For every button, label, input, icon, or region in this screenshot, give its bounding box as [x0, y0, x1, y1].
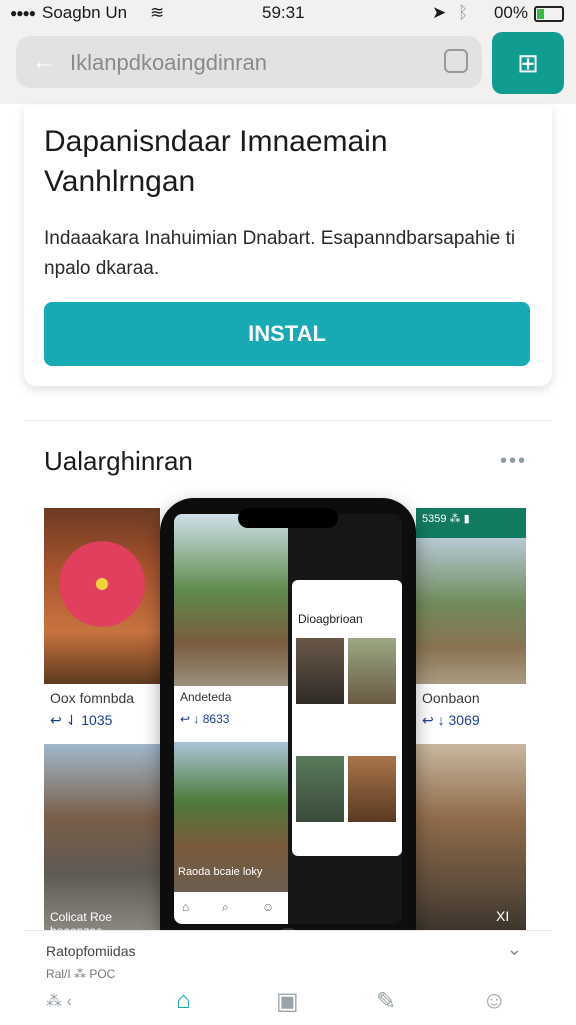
phone-tile-footer: Andeteda ↩ ↓ 8633: [174, 686, 288, 742]
tile-caption: Andeteda: [180, 690, 232, 704]
nav-back-icon[interactable]: ⁂ ‹: [46, 991, 72, 1011]
gallery-tile[interactable]: Colicat Roe boeonzae: [44, 744, 160, 930]
gift-box-icon: ⊞: [517, 48, 539, 78]
gallery-tile[interactable]: 5359 ⁂ ▮ Oonbaon ↩ ↓ 3069: [416, 508, 526, 734]
carrier-label: Soagbn Un: [42, 3, 128, 22]
tile-stats: ↩ ⇃ 1035: [50, 712, 113, 728]
top-bar: ← ⊞: [0, 26, 576, 104]
pavilion-image: [348, 638, 396, 704]
person-image: [348, 756, 396, 822]
promo-title: Dapanisndaar Imnaemain Vanhlrngan: [44, 125, 388, 198]
inner-title: Dioagbrioan: [298, 612, 363, 626]
gift-button[interactable]: ⊞: [492, 32, 564, 94]
tile-stats: ↩ ↓ 3069: [422, 712, 480, 728]
gallery-tile[interactable]: XI: [416, 744, 526, 930]
tile-caption: Colicat Roe boeonzae: [50, 910, 113, 930]
bottom-sheet: Ratopfomiidas Ral/I ⁂ POC ⌄ ⁂ ‹ ⌂ ▣ ✎ ☺: [24, 930, 552, 1025]
divider: [24, 420, 552, 421]
tile-caption: Oox fomnbda: [50, 690, 135, 706]
search-icon[interactable]: ⌕: [222, 900, 229, 915]
battery-icon: [534, 6, 564, 22]
home-icon[interactable]: ⌂: [182, 900, 189, 914]
person-image: [296, 638, 344, 704]
tile-caption: Raoda bcaie loky: [178, 866, 263, 878]
phone-screen: Andeteda ↩ ↓ 8633 Raoda bcaie loky ⌂ ⌕ ☺…: [174, 514, 402, 924]
status-time: 59:31: [262, 3, 305, 22]
section-title: Ualarghinran: [44, 446, 193, 476]
tile-status-bar: 5359 ⁂ ▮: [416, 508, 526, 538]
search-input[interactable]: [68, 46, 432, 80]
home-icon[interactable]: ⌂: [176, 987, 191, 1015]
phone-notch: [238, 508, 338, 528]
back-arrow-icon[interactable]: ←: [32, 48, 56, 76]
edit-icon[interactable]: ✎: [376, 987, 396, 1016]
phone-nav: ⌂ ⌕ ☺: [174, 892, 288, 924]
gallery-tile[interactable]: Oox fomnbda ↩ ⇃ 1035: [44, 508, 160, 734]
pagoda-image: [174, 514, 288, 686]
tile-caption: XI: [496, 908, 510, 924]
camera-icon[interactable]: ▣: [276, 987, 299, 1016]
house-image: [44, 744, 160, 930]
sheet-title: Ratopfomiidas: [46, 943, 136, 959]
tile-caption: Oonbaon: [422, 690, 480, 706]
sheet-subtitle: Ral/I ⁂ POC: [46, 967, 116, 981]
camera-lens-icon[interactable]: [444, 49, 468, 73]
location-icon: ➤: [432, 3, 447, 22]
profile-icon[interactable]: ☺: [482, 987, 507, 1015]
person-image: [296, 756, 344, 822]
profile-icon[interactable]: ☺: [262, 900, 274, 914]
statue-image: [416, 744, 526, 930]
chevron-down-icon[interactable]: ⌄: [507, 939, 522, 960]
status-bar: ●●●● Soagbn Un ≋ 59:31 ➤ ᛒ 00%: [0, 0, 576, 26]
inner-screen: Dioagbrioan: [292, 580, 402, 856]
promo-description: Indaaakara Inahuimian Dnabart. Esapanndb…: [44, 228, 516, 279]
wifi-icon: ≋: [150, 3, 165, 22]
install-button[interactable]: INSTAL: [44, 302, 530, 366]
flower-image: [44, 508, 160, 684]
phone-mockup: Andeteda ↩ ↓ 8633 Raoda bcaie loky ⌂ ⌕ ☺…: [160, 498, 416, 974]
search-bar[interactable]: ←: [16, 36, 482, 88]
promo-card: Dapanisndaar Imnaemain Vanhlrngan Indaaa…: [24, 106, 552, 386]
tile-stats: ↩ ↓ 8633: [180, 712, 230, 726]
signal-dots-icon: ●●●●: [10, 6, 36, 20]
more-options-icon[interactable]: •••: [500, 450, 527, 473]
temple-image: [416, 538, 526, 684]
bluetooth-icon: ᛒ: [458, 3, 469, 22]
battery-percent: 00%: [493, 3, 528, 22]
